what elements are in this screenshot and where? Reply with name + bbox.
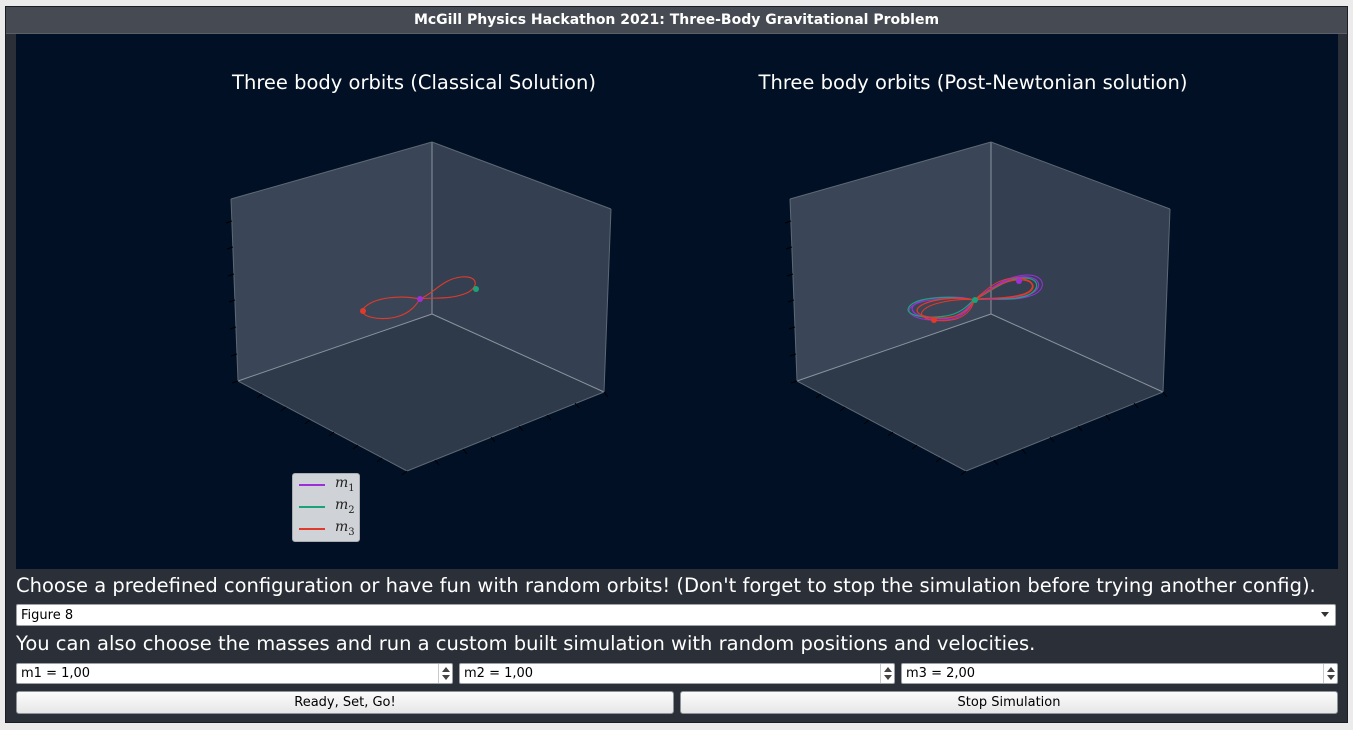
m1-decrement-icon[interactable] bbox=[442, 675, 450, 680]
m2-spinbox[interactable]: m2 = 1,00 bbox=[459, 663, 895, 684]
plots-svg: Three body orbits (Classical Solution) T… bbox=[225, 71, 1188, 476]
config-select[interactable]: Figure 8 bbox=[16, 604, 1336, 626]
chevron-down-icon[interactable] bbox=[1321, 612, 1329, 617]
m2-value: m2 = 1,00 bbox=[464, 666, 534, 681]
left-3d-axes bbox=[225, 141, 612, 476]
m2-increment-icon[interactable] bbox=[884, 667, 892, 672]
plot-canvas: Three body orbits (Classical Solution) T… bbox=[16, 34, 1338, 569]
plot-legend: m1 m2 m3 bbox=[292, 473, 360, 542]
right-body-m1 bbox=[1016, 278, 1022, 284]
right-body-m2 bbox=[972, 297, 978, 303]
config-caption: Choose a predefined configuration or hav… bbox=[16, 574, 1316, 597]
legend-line-m1 bbox=[299, 484, 325, 486]
legend-m2-symbol: m bbox=[335, 497, 349, 513]
legend-m2-sub: 2 bbox=[348, 504, 355, 516]
window-title: McGill Physics Hackathon 2021: Three-Bod… bbox=[6, 7, 1347, 34]
mass-caption: You can also choose the masses and run a… bbox=[16, 632, 1036, 655]
left-plot-title: Three body orbits (Classical Solution) bbox=[231, 71, 596, 94]
legend-m3-sub: 3 bbox=[348, 526, 355, 538]
stop-simulation-button[interactable]: Stop Simulation bbox=[680, 691, 1338, 714]
config-select-value: Figure 8 bbox=[21, 607, 74, 623]
m1-spinbox[interactable]: m1 = 1,00 bbox=[16, 663, 453, 684]
m2-decrement-icon[interactable] bbox=[884, 675, 892, 680]
m3-spinbox[interactable]: m3 = 2,00 bbox=[901, 663, 1338, 684]
legend-m1-symbol: m bbox=[335, 475, 349, 491]
m3-decrement-icon[interactable] bbox=[1327, 675, 1335, 680]
right-body-m3 bbox=[931, 317, 937, 323]
left-body-m3 bbox=[360, 308, 366, 314]
m1-increment-icon[interactable] bbox=[442, 667, 450, 672]
legend-m1-sub: 1 bbox=[348, 482, 355, 494]
legend-item-m3: m3 bbox=[293, 518, 359, 540]
legend-line-m3 bbox=[299, 528, 325, 530]
left-body-m2 bbox=[473, 286, 479, 292]
left-body-m1 bbox=[417, 296, 423, 302]
m3-increment-icon[interactable] bbox=[1327, 667, 1335, 672]
right-3d-axes bbox=[784, 141, 1171, 476]
right-plot-title: Three body orbits (Post-Newtonian soluti… bbox=[758, 71, 1188, 94]
legend-line-m2 bbox=[299, 506, 325, 508]
go-button[interactable]: Ready, Set, Go! bbox=[16, 691, 674, 714]
m3-value: m3 = 2,00 bbox=[906, 666, 976, 681]
legend-m3-symbol: m bbox=[335, 519, 349, 535]
legend-item-m1: m1 bbox=[293, 474, 359, 496]
legend-item-m2: m2 bbox=[293, 496, 359, 518]
m1-value: m1 = 1,00 bbox=[21, 666, 91, 681]
app-window: McGill Physics Hackathon 2021: Three-Bod… bbox=[5, 6, 1348, 723]
